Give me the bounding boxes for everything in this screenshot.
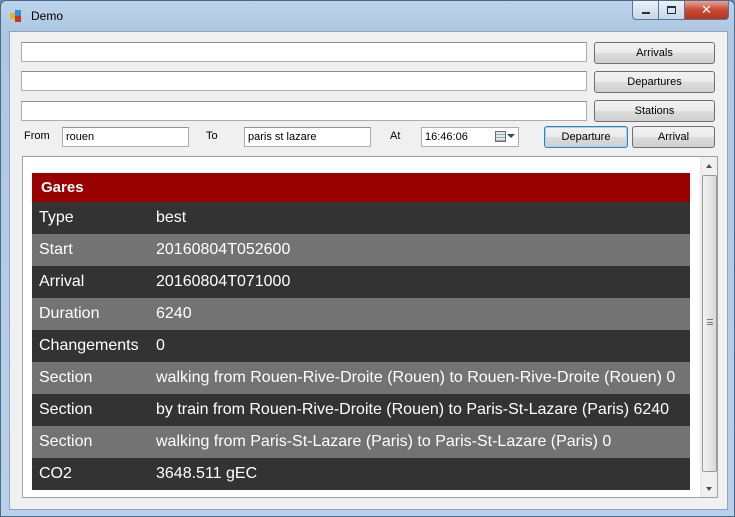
vertical-scrollbar[interactable]: [700, 157, 717, 497]
app-icon: [10, 10, 24, 22]
row-value: by train from Rouen-Rive-Droite (Rouen) …: [149, 394, 690, 426]
arrivals-button[interactable]: Arrivals: [594, 42, 715, 64]
at-label: At: [390, 130, 401, 142]
row-key: CO2: [32, 458, 149, 490]
from-label: From: [24, 130, 50, 142]
row-key: Arrival: [32, 266, 149, 298]
table-row: CO2 3648.511 gEC: [32, 458, 690, 490]
table-row: Arrival 20160804T071000: [32, 266, 690, 298]
table-row: Section walking from Rouen-Rive-Droite (R…: [32, 362, 690, 394]
scroll-down-button[interactable]: [701, 480, 717, 497]
row-value: 6240: [149, 298, 690, 330]
row-value: best: [149, 202, 690, 234]
chevron-down-icon: [507, 134, 515, 138]
to-input[interactable]: [244, 127, 371, 147]
results-panel: Gares Type best Start 20160804T052600 Arri…: [22, 156, 718, 498]
calendar-icon: [495, 131, 506, 142]
grip-icon: [707, 319, 713, 325]
table-row: Start 20160804T052600: [32, 234, 690, 266]
stations-input[interactable]: [21, 101, 587, 121]
row-key: Type: [32, 202, 149, 234]
stations-button[interactable]: Stations: [594, 100, 715, 122]
table-row: Section by train from Rouen-Rive-Droite (…: [32, 394, 690, 426]
row-key: Section: [32, 362, 149, 394]
close-icon: ✕: [701, 2, 712, 17]
scroll-up-icon: [706, 163, 712, 168]
window-title: Demo: [31, 9, 64, 23]
row-key: Start: [32, 234, 149, 266]
results-content: Gares Type best Start 20160804T052600 Arri…: [23, 157, 701, 497]
row-value: walking from Paris-St-Lazare (Paris) to …: [149, 426, 690, 458]
row-value: 0: [149, 330, 690, 362]
row-value: 20160804T052600: [149, 234, 690, 266]
departures-input[interactable]: [21, 71, 587, 91]
time-picker[interactable]: 16:46:06: [421, 127, 519, 147]
table-row: Type best: [32, 202, 690, 234]
minimize-button[interactable]: [632, 1, 659, 20]
scroll-down-icon: [706, 486, 712, 491]
row-value: walking from Rouen-Rive-Droite (Rouen) t…: [149, 362, 690, 394]
arrivals-input[interactable]: [21, 42, 587, 62]
row-key: Changements: [32, 330, 149, 362]
scroll-thumb[interactable]: [702, 175, 717, 472]
maximize-button[interactable]: [659, 1, 685, 20]
table-row: Section walking from Paris-St-Lazare (Par…: [32, 426, 690, 458]
time-value: 16:46:06: [425, 131, 468, 143]
client-area: Arrivals Departures Stations From To At …: [9, 31, 728, 510]
row-key: Section: [32, 426, 149, 458]
scroll-up-button[interactable]: [701, 157, 717, 174]
results-table: Gares Type best Start 20160804T052600 Arri…: [32, 173, 690, 490]
arrival-button[interactable]: Arrival: [632, 126, 715, 148]
time-picker-dropdown[interactable]: [495, 130, 515, 144]
departure-button[interactable]: Departure: [544, 126, 628, 148]
close-button[interactable]: ✕: [685, 1, 729, 20]
from-input[interactable]: [62, 127, 189, 147]
title-bar[interactable]: Demo ✕: [1, 1, 734, 31]
table-row: Changements 0: [32, 330, 690, 362]
maximize-icon: [667, 6, 676, 14]
app-window: Demo ✕ Arrivals Departures Stations From…: [0, 0, 735, 517]
table-header: Gares: [32, 173, 690, 202]
row-key: Section: [32, 394, 149, 426]
table-row: Duration 6240: [32, 298, 690, 330]
caption-buttons: ✕: [632, 1, 729, 21]
row-value: 3648.511 gEC: [149, 458, 690, 490]
to-label: To: [206, 130, 218, 142]
minimize-icon: [641, 12, 650, 14]
row-value: 20160804T071000: [149, 266, 690, 298]
departures-button[interactable]: Departures: [594, 71, 715, 93]
row-key: Duration: [32, 298, 149, 330]
